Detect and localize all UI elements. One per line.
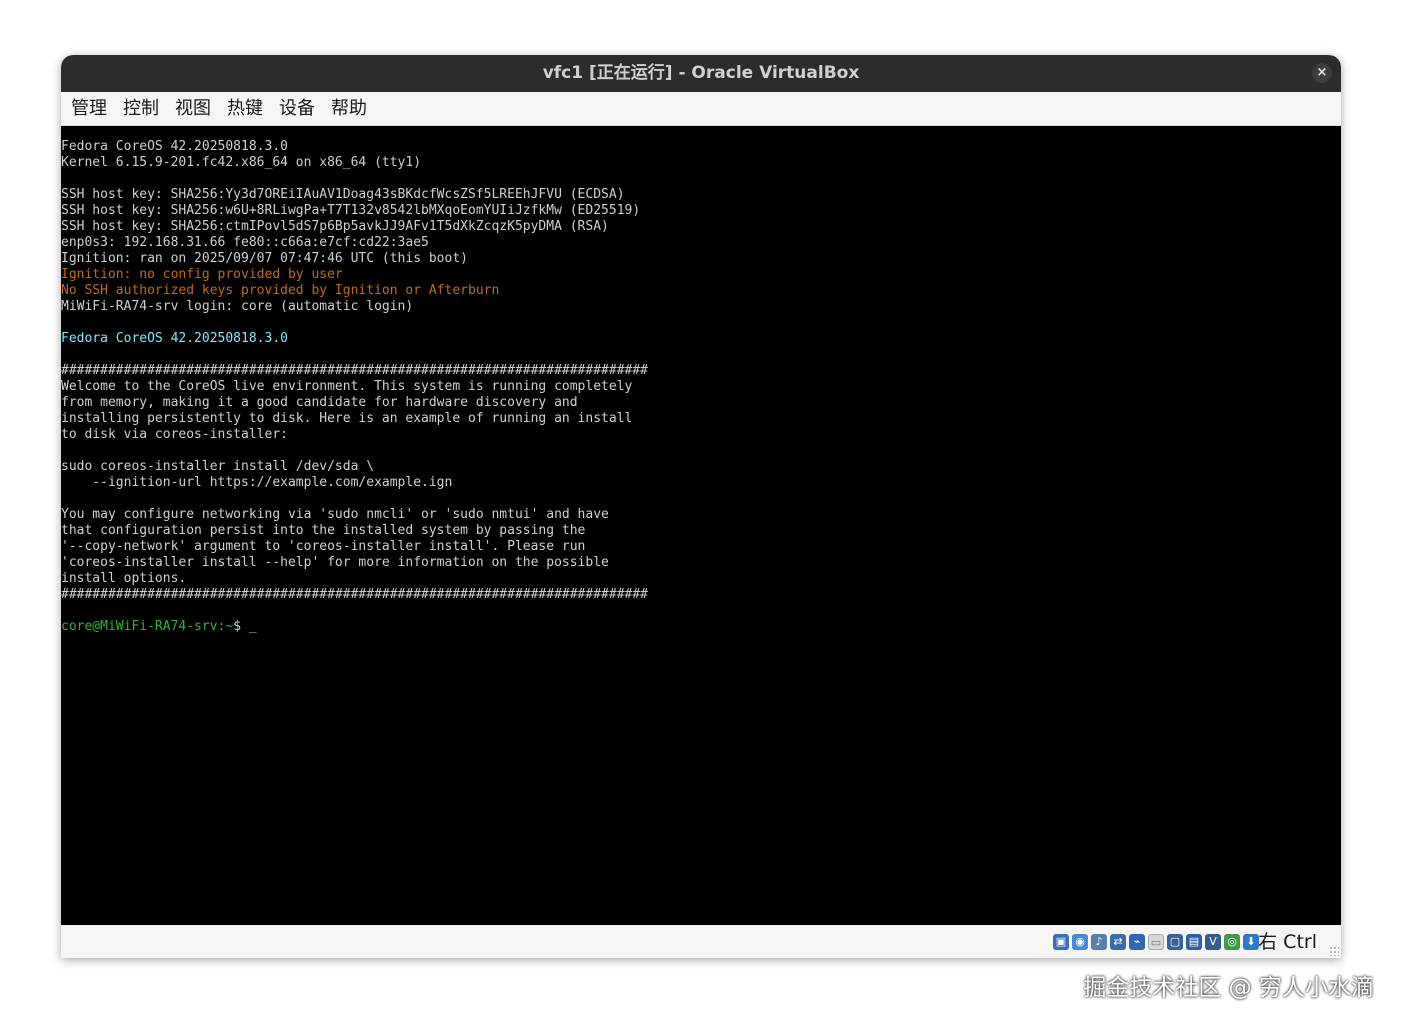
terminal-line: to disk via coreos-installer: xyxy=(61,427,288,442)
terminal-line: Ignition: ran on 2025/09/07 07:47:46 UTC… xyxy=(61,251,468,266)
resize-grip[interactable] xyxy=(1329,946,1339,956)
shell-prompt: core@MiWiFi-RA74-srv:~ xyxy=(61,619,234,634)
terminal-line: Kernel 6.15.9-201.fc42.x86_64 on x86_64 … xyxy=(61,155,422,170)
keyboard-icon[interactable]: ⬇ xyxy=(1243,934,1259,950)
cpu-icon[interactable]: V xyxy=(1205,934,1221,950)
terminal-line: 'coreos-installer install --help' for mo… xyxy=(61,555,609,570)
menu-view[interactable]: 视图 xyxy=(175,92,211,125)
menu-hotkeys[interactable]: 热键 xyxy=(227,92,263,125)
terminal-line: Fedora CoreOS 42.20250818.3.0 xyxy=(61,331,288,346)
virtualbox-window: vfc1 [正在运行] - Oracle VirtualBox × 管理 控制 … xyxy=(61,55,1341,958)
usb-icon[interactable]: ⌁ xyxy=(1129,934,1145,950)
terminal-line: ########################################… xyxy=(61,587,648,602)
terminal-line: '--copy-network' argument to 'coreos-ins… xyxy=(61,539,586,554)
shell-prompt-line: core@MiWiFi-RA74-srv:~$ _ xyxy=(61,619,648,635)
menu-manage[interactable]: 管理 xyxy=(71,92,107,125)
terminal-line: install options. xyxy=(61,571,187,586)
display-icon[interactable]: ▢ xyxy=(1167,934,1183,950)
terminal-cursor[interactable]: $ _ xyxy=(233,619,256,634)
video-capture-icon[interactable]: ▤ xyxy=(1186,934,1202,950)
window-title: vfc1 [正在运行] - Oracle VirtualBox xyxy=(542,63,860,83)
terminal-line: ########################################… xyxy=(61,363,648,378)
close-button[interactable]: × xyxy=(1312,63,1332,83)
menu-devices[interactable]: 设备 xyxy=(279,92,315,125)
terminal-output: Fedora CoreOS 42.20250818.3.0 Kernel 6.15… xyxy=(61,139,648,635)
terminal-line: that configuration persist into the inst… xyxy=(61,523,586,538)
status-icons: ▣ ◉ ♪ ⇄ ⌁ ▭ ▢ ▤ V ◎ ⬇ xyxy=(1053,934,1259,950)
vm-display[interactable]: Fedora CoreOS 42.20250818.3.0 Kernel 6.15… xyxy=(61,126,1341,925)
terminal-line: --ignition-url https://example.com/examp… xyxy=(61,475,453,490)
shared-folders-icon[interactable]: ▭ xyxy=(1148,934,1164,950)
status-bar: ▣ ◉ ♪ ⇄ ⌁ ▭ ▢ ▤ V ◎ ⬇ 右 Ctrl xyxy=(61,925,1341,958)
terminal-line: Fedora CoreOS 42.20250818.3.0 xyxy=(61,139,288,154)
host-key-label[interactable]: 右 Ctrl xyxy=(1258,929,1317,955)
audio-icon[interactable]: ♪ xyxy=(1091,934,1107,950)
terminal-line: SSH host key: SHA256:w6U+8RLiwgPa+T7T132… xyxy=(61,203,641,218)
terminal-line: SSH host key: SHA256:ctmIPovl5dS7p6Bp5av… xyxy=(61,219,609,234)
network-icon[interactable]: ⇄ xyxy=(1110,934,1126,950)
menu-control[interactable]: 控制 xyxy=(123,92,159,125)
terminal-line: You may configure networking via 'sudo n… xyxy=(61,507,609,522)
watermark: 掘金技术社区 @ 穷人小水滴 xyxy=(1083,975,1374,1001)
optical-drive-icon[interactable]: ◉ xyxy=(1072,934,1088,950)
terminal-line: SSH host key: SHA256:Yy3d7OREiIAuAV1Doag… xyxy=(61,187,625,202)
menu-help[interactable]: 帮助 xyxy=(331,92,367,125)
terminal-line: from memory, making it a good candidate … xyxy=(61,395,578,410)
hard-disk-icon[interactable]: ▣ xyxy=(1053,934,1069,950)
terminal-line: installing persistently to disk. Here is… xyxy=(61,411,633,426)
terminal-line: Welcome to the CoreOS live environment. … xyxy=(61,379,633,394)
terminal-line: No SSH authorized keys provided by Ignit… xyxy=(61,283,500,298)
terminal-line: enp0s3: 192.168.31.66 fe80::c66a:e7cf:cd… xyxy=(61,235,429,250)
menu-bar: 管理 控制 视图 热键 设备 帮助 xyxy=(61,92,1341,126)
terminal-line: Ignition: no config provided by user xyxy=(61,267,343,282)
terminal-line: sudo coreos-installer install /dev/sda \ xyxy=(61,459,375,474)
terminal-line: MiWiFi-RA74-srv login: core (automatic l… xyxy=(61,299,414,314)
title-bar[interactable]: vfc1 [正在运行] - Oracle VirtualBox × xyxy=(61,55,1341,92)
mouse-integration-icon[interactable]: ◎ xyxy=(1224,934,1240,950)
